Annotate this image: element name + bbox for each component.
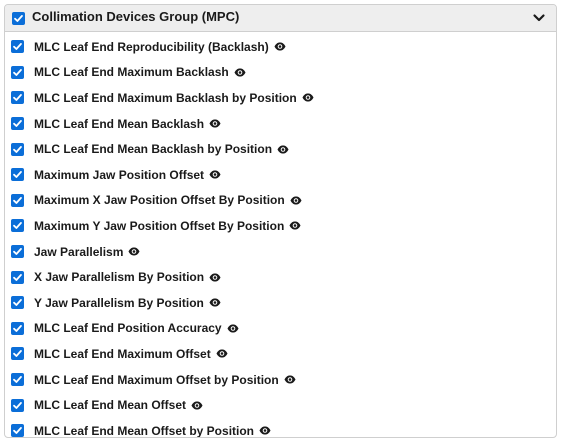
checkbox-checked-icon <box>13 145 22 153</box>
item-label: MLC Leaf End Mean Backlash by Position <box>34 142 273 157</box>
item-checkbox[interactable] <box>11 373 24 387</box>
group-header[interactable]: Collimation Devices Group (MPC) <box>5 5 556 32</box>
group-title: Collimation Devices Group (MPC) <box>32 9 240 24</box>
item-checkbox[interactable] <box>11 296 24 310</box>
item-checkbox[interactable] <box>11 117 24 131</box>
item-label: Maximum Jaw Position Offset <box>34 167 205 182</box>
test-item: Maximum Y Jaw Position Offset By Positio… <box>5 213 556 239</box>
item-label: MLC Leaf End Mean Backlash <box>34 116 205 131</box>
test-item: X Jaw Parallelism By Position <box>5 264 556 290</box>
item-label: Jaw Parallelism <box>34 244 124 259</box>
checkbox-checked-icon <box>13 427 22 435</box>
eye-icon[interactable] <box>209 170 221 179</box>
item-label: MLC Leaf End Position Accuracy <box>34 321 222 336</box>
eye-icon[interactable] <box>277 145 289 154</box>
item-label: X Jaw Parallelism By Position <box>34 270 205 285</box>
eye-icon[interactable] <box>259 426 271 435</box>
item-label: Y Jaw Parallelism By Position <box>34 295 204 310</box>
item-checkbox[interactable] <box>11 245 24 259</box>
checkbox-checked-icon <box>13 273 22 281</box>
eye-icon[interactable] <box>289 221 301 230</box>
eye-icon[interactable] <box>302 93 314 102</box>
item-checkbox[interactable] <box>11 398 24 412</box>
checkbox-checked-icon <box>13 324 22 332</box>
item-checkbox[interactable] <box>11 347 24 361</box>
item-label: MLC Leaf End Mean Offset by Position <box>34 423 255 438</box>
test-item: MLC Leaf End Mean Backlash <box>5 111 556 137</box>
item-label: Maximum X Jaw Position Offset By Positio… <box>34 193 285 208</box>
item-label: MLC Leaf End Maximum Backlash by Positio… <box>34 90 297 105</box>
item-checkbox[interactable] <box>11 424 24 437</box>
eye-icon[interactable] <box>128 247 140 256</box>
eye-icon[interactable] <box>227 324 239 333</box>
checkbox-checked-icon <box>14 14 23 22</box>
item-checkbox[interactable] <box>11 142 24 156</box>
test-item: MLC Leaf End Mean Backlash by Position <box>5 136 556 162</box>
item-label: MLC Leaf End Mean Offset <box>34 398 187 413</box>
test-item: MLC Leaf End Maximum Offset by Position <box>5 367 556 393</box>
item-checkbox[interactable] <box>11 219 24 233</box>
test-item: MLC Leaf End Maximum Backlash <box>5 60 556 86</box>
checkbox-checked-icon <box>13 248 22 255</box>
test-item: Jaw Parallelism <box>5 239 556 265</box>
test-item: MLC Leaf End Maximum Backlash by Positio… <box>5 85 556 111</box>
item-label: MLC Leaf End Reproducibility (Backlash) <box>34 39 269 54</box>
eye-icon[interactable] <box>216 349 228 358</box>
checkbox-checked-icon <box>13 171 22 179</box>
group-checkbox[interactable] <box>12 11 25 25</box>
checkbox-checked-icon <box>13 401 22 409</box>
checkbox-checked-icon <box>13 196 22 204</box>
test-item: MLC Leaf End Mean Offset by Position <box>5 418 556 438</box>
item-checkbox[interactable] <box>11 270 24 284</box>
eye-icon[interactable] <box>209 273 221 282</box>
test-item: MLC Leaf End Reproducibility (Backlash) <box>5 34 556 60</box>
eye-icon[interactable] <box>290 196 302 205</box>
item-checkbox[interactable] <box>11 65 24 79</box>
checkbox-checked-icon <box>13 376 22 383</box>
test-item-list: MLC Leaf End Reproducibility (Backlash) M… <box>5 32 556 438</box>
eye-icon[interactable] <box>284 375 296 384</box>
checkbox-checked-icon <box>13 299 22 307</box>
item-label: Maximum Y Jaw Position Offset By Positio… <box>34 218 285 233</box>
item-checkbox[interactable] <box>11 91 24 105</box>
eye-icon[interactable] <box>209 298 221 307</box>
chevron-down-icon[interactable] <box>532 11 546 25</box>
checkbox-checked-icon <box>13 350 22 358</box>
eye-icon[interactable] <box>274 42 286 51</box>
test-item: MLC Leaf End Position Accuracy <box>5 316 556 342</box>
item-checkbox[interactable] <box>11 40 24 54</box>
test-item: Maximum Jaw Position Offset <box>5 162 556 188</box>
item-label: MLC Leaf End Maximum Offset <box>34 346 211 361</box>
item-label: MLC Leaf End Maximum Offset by Position <box>34 372 279 387</box>
item-checkbox[interactable] <box>11 168 24 182</box>
eye-icon[interactable] <box>209 119 221 128</box>
eye-icon[interactable] <box>234 68 246 77</box>
checkbox-checked-icon <box>13 68 22 76</box>
test-item: Maximum X Jaw Position Offset By Positio… <box>5 188 556 214</box>
eye-icon[interactable] <box>191 401 203 410</box>
checkbox-checked-icon <box>13 94 22 102</box>
checkbox-checked-icon <box>13 222 22 230</box>
item-checkbox[interactable] <box>11 193 24 207</box>
collimation-devices-group-panel: Collimation Devices Group (MPC) MLC Leaf… <box>4 4 557 438</box>
checkbox-checked-icon <box>13 120 22 127</box>
test-item: MLC Leaf End Mean Offset <box>5 392 556 418</box>
checkbox-checked-icon <box>13 43 22 51</box>
test-item: Y Jaw Parallelism By Position <box>5 290 556 316</box>
item-checkbox[interactable] <box>11 321 24 335</box>
item-label: MLC Leaf End Maximum Backlash <box>34 65 229 80</box>
test-item: MLC Leaf End Maximum Offset <box>5 341 556 367</box>
